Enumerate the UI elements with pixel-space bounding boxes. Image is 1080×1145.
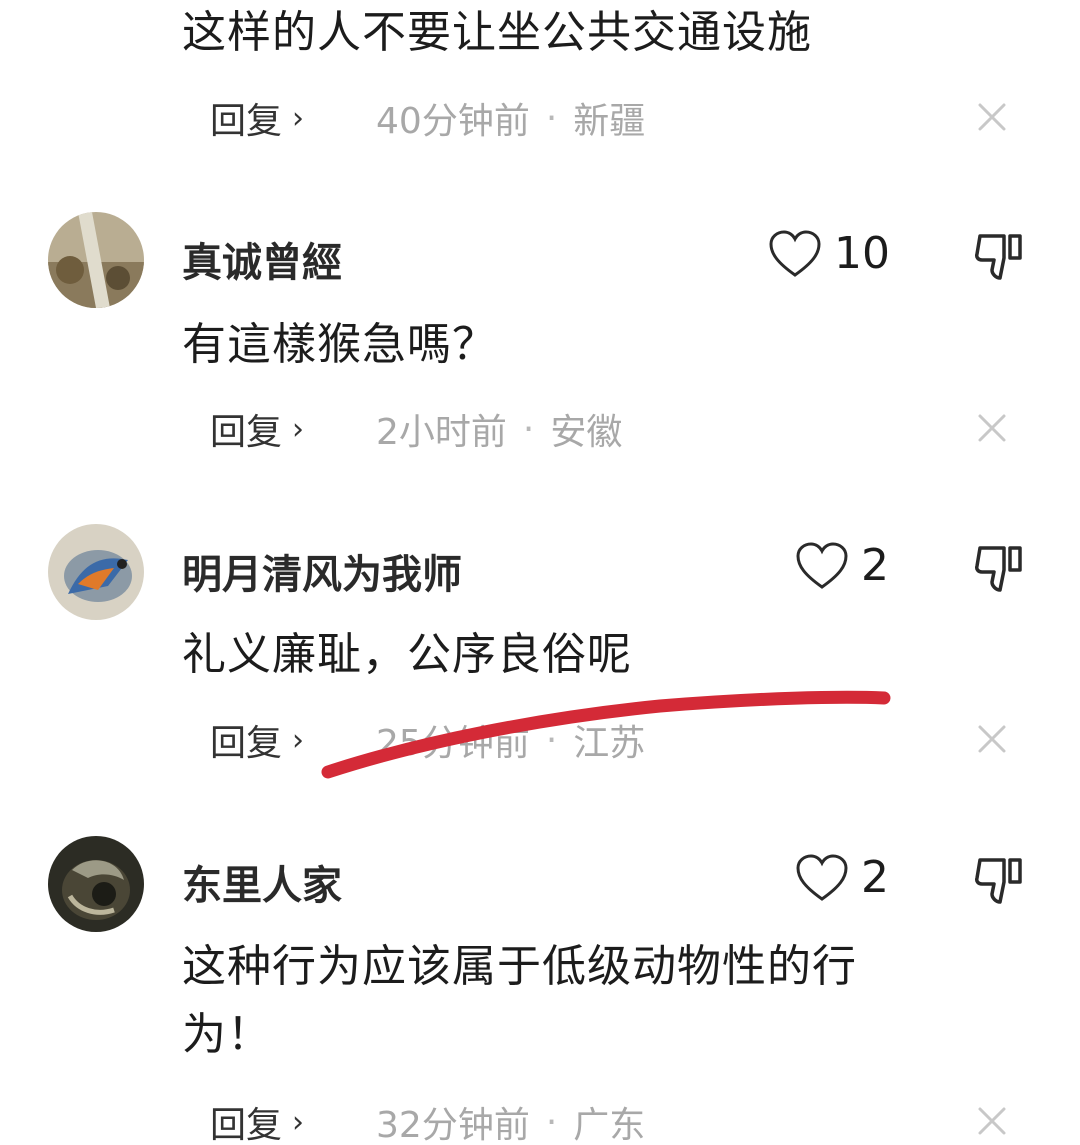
heart-icon (769, 229, 821, 277)
like-count: 10 (834, 228, 890, 279)
avatar[interactable] (48, 836, 144, 932)
like-button[interactable]: 2 (795, 540, 889, 591)
comment-text-line: 这种行为应该属于低级动物性的行 (182, 941, 857, 992)
meta-separator: · (545, 1101, 558, 1143)
close-icon[interactable] (970, 717, 1014, 761)
thumbs-down-icon[interactable] (972, 540, 1028, 596)
comment-text: 这样的人不要让坐公共交通设施 (182, 7, 812, 58)
comment-meta: 回复 › 40分钟前 · 新疆 (210, 93, 1040, 143)
comment-text: 礼义廉耻，公序良俗呢 (182, 629, 632, 680)
comment-time: 25分钟前 (376, 723, 530, 764)
reply-button[interactable]: 回复 › (210, 403, 304, 455)
thumbs-down-icon[interactable] (972, 852, 1028, 908)
comment-time: 2小时前 (376, 412, 507, 453)
reply-button[interactable]: 回复 › (210, 714, 304, 766)
comment-text: 有這樣猴急嗎？ (182, 319, 497, 370)
chevron-right-icon: › (292, 100, 305, 136)
chevron-right-icon: › (292, 1104, 305, 1140)
close-icon[interactable] (970, 1099, 1014, 1143)
reply-label: 回复 (210, 101, 283, 142)
like-count: 2 (861, 852, 889, 903)
comment-meta: 回复 › 25分钟前 · 江苏 (210, 715, 1040, 765)
comment-list: 这样的人不要让坐公共交通设施 回复 › 40分钟前 · 新疆 真诚曾經 10 有… (0, 0, 1080, 1145)
comment-location: 新疆 (573, 101, 646, 142)
meta-separator: · (545, 97, 558, 139)
meta-separator: · (545, 719, 558, 761)
reply-button[interactable]: 回复 › (210, 92, 304, 144)
comment-meta: 回复 › 2小时前 · 安徽 (210, 404, 1040, 454)
comment-time: 40分钟前 (376, 101, 530, 142)
reply-label: 回复 (210, 412, 283, 453)
comment-meta: 回复 › 32分钟前 · 广东 (210, 1097, 1040, 1145)
meta-separator: · (522, 408, 535, 450)
reply-label: 回复 (210, 723, 283, 764)
like-count: 2 (861, 540, 889, 591)
chevron-right-icon: › (292, 722, 305, 758)
close-icon[interactable] (970, 406, 1014, 450)
avatar[interactable] (48, 524, 144, 620)
like-button[interactable]: 2 (795, 852, 889, 903)
comment-location: 广东 (573, 1105, 646, 1145)
comment-text-line: 为！ (182, 1009, 272, 1060)
heart-icon (796, 853, 848, 901)
heart-icon (796, 541, 848, 589)
comment-location: 江苏 (573, 723, 646, 764)
reply-button[interactable]: 回复 › (210, 1096, 304, 1145)
close-icon[interactable] (970, 95, 1014, 139)
comment-location: 安徽 (550, 412, 623, 453)
thumbs-down-icon[interactable] (972, 228, 1028, 284)
comment-time: 32分钟前 (376, 1105, 530, 1145)
reply-label: 回复 (210, 1105, 283, 1145)
like-button[interactable]: 10 (768, 228, 890, 279)
username[interactable]: 真诚曾經 (182, 230, 342, 288)
username[interactable]: 东里人家 (182, 853, 342, 911)
chevron-right-icon: › (292, 411, 305, 447)
avatar[interactable] (48, 212, 144, 308)
username[interactable]: 明月清风为我师 (182, 542, 462, 600)
